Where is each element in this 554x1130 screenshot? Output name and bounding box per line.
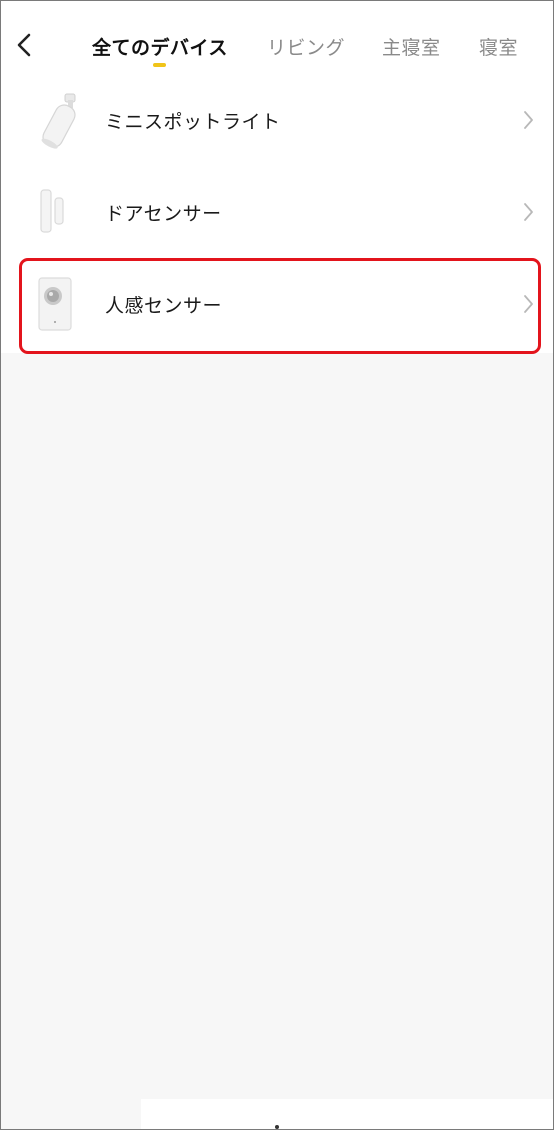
bottom-sheet — [141, 1099, 553, 1129]
chevron-right-icon — [524, 295, 533, 313]
device-name: ドアセンサー — [105, 203, 222, 225]
device-list-panel: 全てのデバイス リビング 主寝室 寝室 ミニスポットライト ドアセンサー 人感セ… — [1, 1, 553, 354]
device-row-motion-sensor[interactable]: 人感センサー — [1, 258, 553, 350]
tab-bedroom[interactable]: 寝室 — [479, 33, 518, 60]
tab-living[interactable]: リビング — [267, 33, 345, 60]
back-button[interactable] — [11, 27, 41, 63]
chevron-left-icon — [17, 33, 31, 57]
device-row-door-sensor[interactable]: ドアセンサー — [1, 166, 553, 258]
spotlight-icon — [41, 93, 76, 149]
chevron-right-icon — [524, 203, 533, 221]
tab-master-bedroom[interactable]: 主寝室 — [382, 33, 441, 60]
app-screen: 全てのデバイス リビング 主寝室 寝室 ミニスポットライト ドアセンサー 人感セ… — [0, 0, 554, 1130]
door-sensor-icon — [40, 189, 64, 233]
chevron-right-icon — [524, 111, 533, 129]
device-name: 人感センサー — [105, 295, 223, 317]
device-name: ミニスポットライト — [105, 111, 281, 133]
device-row-mini-spotlight[interactable]: ミニスポットライト — [1, 74, 553, 166]
active-tab-indicator — [153, 63, 166, 67]
bottom-dot — [275, 1125, 279, 1129]
motion-sensor-icon — [38, 277, 72, 331]
tab-all-devices[interactable]: 全てのデバイス — [92, 33, 228, 60]
header: 全てのデバイス リビング 主寝室 寝室 — [1, 1, 553, 81]
